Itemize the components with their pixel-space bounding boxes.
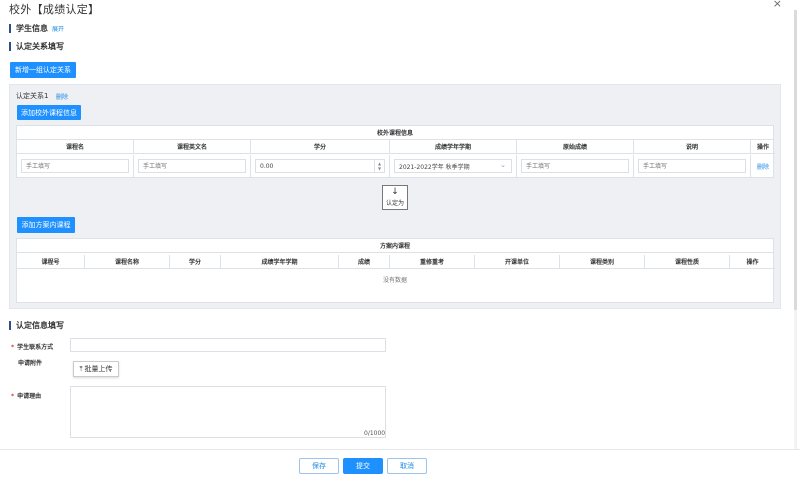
header-internal-operation: 操作	[730, 255, 775, 269]
reason-textarea[interactable]	[70, 386, 386, 438]
submit-button[interactable]: 提交	[343, 458, 383, 474]
header-course-category: 课程类别	[560, 255, 645, 269]
header-credit: 学分	[251, 140, 390, 154]
term-value: 2021-2022学年 秋季学期	[399, 163, 470, 171]
batch-upload-button[interactable]: ⤒ 批量上传	[73, 361, 119, 377]
external-table-caption: 校外课程信息	[17, 126, 773, 140]
contact-label: * 学生联系方式	[11, 342, 53, 351]
section-bar	[9, 24, 11, 33]
header-course-en-name: 课程英文名	[134, 140, 251, 154]
internal-course-table: 方案内课程 课程号 课程名称 学分 成绩学年学期 成绩 重修重考 开课单位 课程…	[16, 238, 775, 303]
credit-stepper[interactable]: 0.00 ▲ ▼	[255, 159, 385, 173]
internal-table-caption: 方案内课程	[17, 239, 773, 253]
cell-term: 2021-2022学年 秋季学期 ⌄	[390, 155, 517, 177]
reason-label-text: 申请理由	[17, 393, 42, 400]
upload-icon: ⤒	[79, 364, 83, 373]
header-operation: 操作	[751, 140, 775, 154]
reason-label: * 申请理由	[11, 391, 41, 400]
cell-course-en-name	[134, 155, 251, 177]
add-external-course-button[interactable]: 添加校外课程信息	[17, 105, 81, 120]
relation-group-label: 认定关系1	[16, 92, 49, 100]
cancel-button[interactable]: 取消	[387, 458, 427, 474]
student-info-title: 学生信息	[16, 24, 48, 33]
note-input[interactable]	[638, 159, 746, 173]
course-name-input[interactable]	[21, 159, 129, 173]
header-note: 说明	[634, 140, 751, 154]
header-internal-term: 成绩学年学期	[221, 255, 339, 269]
contact-label-text: 学生联系方式	[17, 344, 54, 351]
batch-upload-label: 批量上传	[84, 365, 113, 373]
required-mark: *	[11, 344, 15, 351]
chevron-down-icon: ⌄	[500, 161, 506, 169]
original-score-input[interactable]	[521, 159, 629, 173]
header-course-nature: 课程性质	[645, 255, 730, 269]
section-bar	[9, 321, 11, 330]
relation-title: 认定关系填写	[16, 42, 64, 51]
recognition-title: 认定信息填写	[16, 321, 64, 330]
header-score: 成绩	[339, 255, 390, 269]
header-original-score: 原始成绩	[517, 140, 634, 154]
add-relation-group-button[interactable]: 新增一组认定关系	[10, 62, 76, 78]
contact-input[interactable]	[70, 338, 386, 352]
credit-value: 0.00	[260, 162, 274, 170]
cell-original-score	[517, 155, 634, 177]
cell-course-name	[17, 155, 134, 177]
attachment-label: 申请附件	[18, 360, 43, 367]
header-course-name: 课程名	[17, 140, 134, 154]
header-retake: 重修重考	[390, 255, 475, 269]
header-internal-credit: 学分	[170, 255, 221, 269]
term-select[interactable]: 2021-2022学年 秋季学期 ⌄	[394, 159, 512, 173]
section-bar	[9, 42, 11, 51]
dialog-title: 校外【成绩认定】	[9, 3, 100, 16]
header-internal-course-name: 课程名称	[85, 255, 170, 269]
save-button[interactable]: 保存	[299, 458, 339, 474]
external-course-table: 校外课程信息 课程名 课程英文名 学分 成绩学年学期 原始成绩 说明 操作 0.…	[16, 125, 775, 178]
stepper-down-icon[interactable]: ▼	[378, 166, 381, 171]
header-department: 开课单位	[475, 255, 560, 269]
header-course-no: 课程号	[17, 255, 85, 269]
delete-row-link[interactable]: 删除	[757, 162, 769, 171]
header-term: 成绩学年学期	[390, 140, 517, 154]
course-en-name-input[interactable]	[138, 159, 246, 173]
relation-header: 认定关系填写	[9, 41, 64, 52]
cell-credit: 0.00 ▲ ▼	[251, 155, 390, 177]
delete-group-link[interactable]: 删除	[56, 92, 68, 101]
empty-state: 没有数据	[382, 277, 407, 284]
student-info-header: 学生信息 展开	[9, 23, 64, 34]
add-internal-course-button[interactable]: 添加方案内课程	[17, 217, 75, 233]
scrollbar[interactable]	[793, 10, 798, 450]
recognize-box: ↓ 认定为	[382, 185, 408, 210]
required-mark: *	[11, 393, 15, 400]
stepper-arrows[interactable]: ▲ ▼	[374, 160, 384, 172]
footer-divider	[0, 449, 800, 450]
expand-link[interactable]: 展开	[52, 24, 64, 33]
recognition-header: 认定信息填写	[9, 320, 64, 331]
recognize-label: 认定为	[385, 200, 404, 207]
cell-note	[634, 155, 751, 177]
cell-operation: 删除	[751, 155, 775, 177]
char-counter: 0/1000	[364, 430, 386, 437]
close-icon[interactable]: ×	[773, 0, 782, 10]
arrow-down-icon: ↓	[391, 187, 399, 197]
